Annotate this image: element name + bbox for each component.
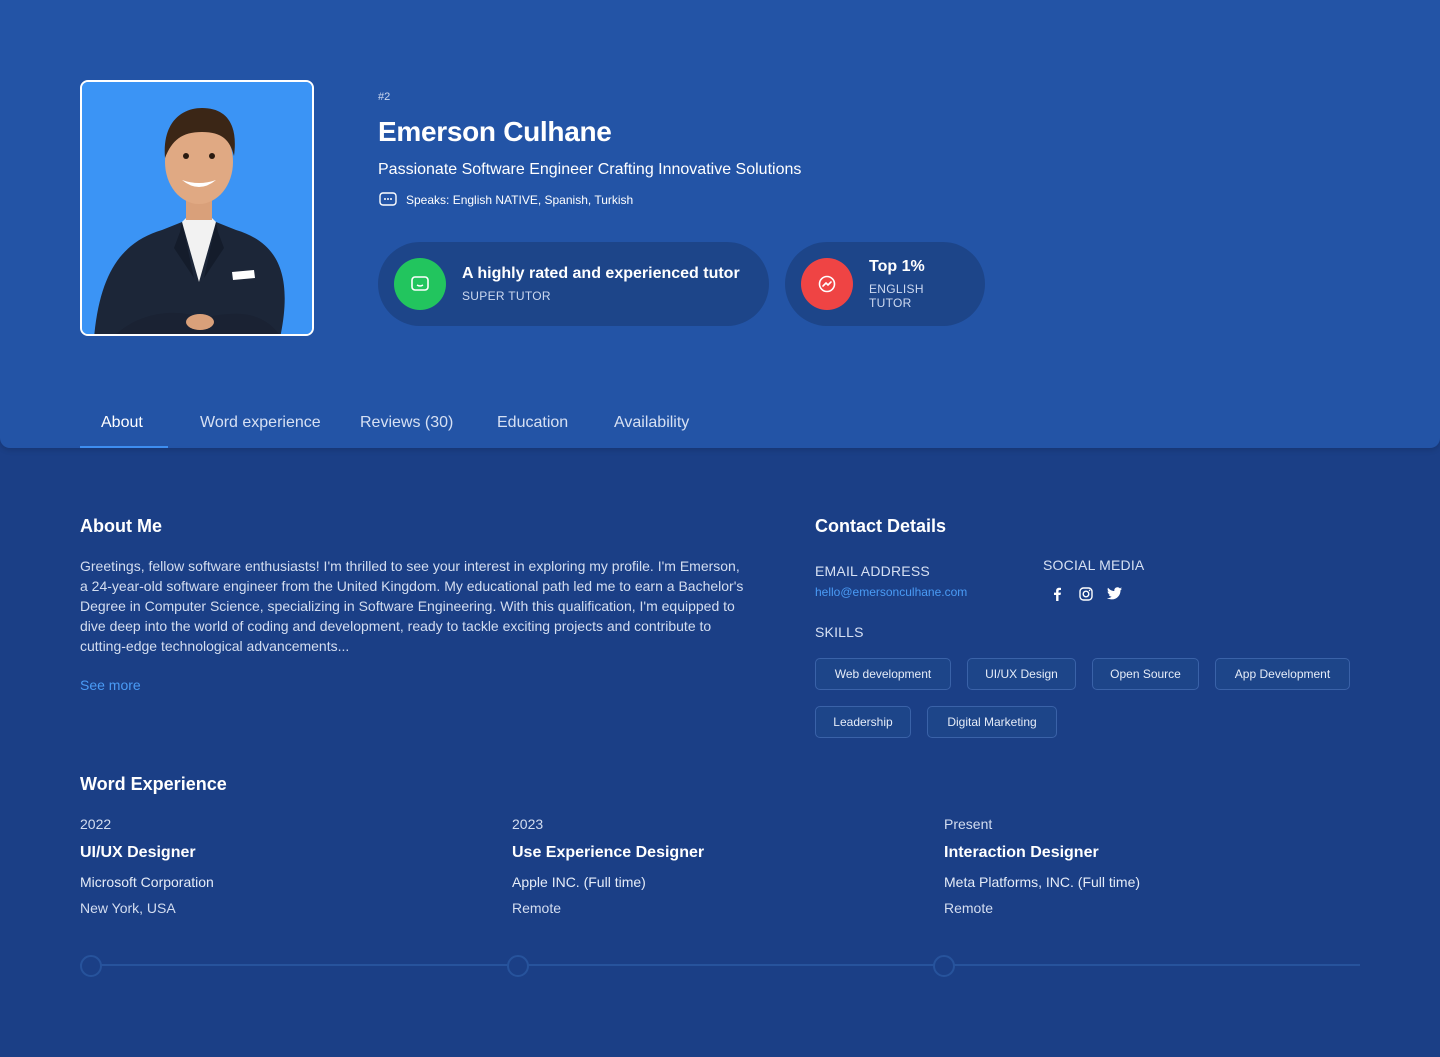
contact-title: Contact Details <box>815 516 947 536</box>
tab-about[interactable]: About <box>101 414 143 432</box>
languages-text: Speaks: English NATIVE, Spanish, Turkish <box>406 193 634 207</box>
experience-company: Microsoft Corporation <box>80 874 214 890</box>
chat-icon <box>394 258 446 310</box>
active-tab-indicator <box>80 446 168 448</box>
super-tutor-badge: A highly rated and experienced tutor SUP… <box>378 242 769 326</box>
experience-item: Present Interaction Designer Meta Platfo… <box>944 816 1344 916</box>
experience-year: 2023 <box>512 816 544 832</box>
badge-subtitle: ENGLISH TUTOR <box>869 282 924 310</box>
skill-chip[interactable]: UI/UX Design <box>967 658 1076 690</box>
person-avatar-illustration <box>82 82 312 334</box>
skill-chip[interactable]: Open Source <box>1092 658 1199 690</box>
profile-rank: #2 <box>378 91 391 103</box>
experience-location: Remote <box>944 900 994 916</box>
experience-location: New York, USA <box>80 900 176 916</box>
skill-chip[interactable]: Web development <box>815 658 951 690</box>
profile-photo <box>80 80 314 336</box>
skill-chip[interactable]: Leadership <box>815 706 911 738</box>
experience-company: Apple INC. (Full time) <box>512 874 646 890</box>
profile-headline: Passionate Software Engineer Crafting In… <box>378 161 802 178</box>
about-title: About Me <box>80 516 162 536</box>
skill-chip[interactable]: App Development <box>1215 658 1350 690</box>
twitter-icon[interactable] <box>1106 585 1123 602</box>
tab-work-experience[interactable]: Word experience <box>200 414 321 432</box>
skills-label: SKILLS <box>815 624 864 640</box>
experience-item: 2023 Use Experience Designer Apple INC. … <box>512 816 912 916</box>
tab-education[interactable]: Education <box>497 414 568 432</box>
about-text: Greetings, fellow software enthusiasts! … <box>80 558 744 654</box>
instagram-icon[interactable] <box>1077 585 1094 602</box>
timeline-dot <box>80 955 102 977</box>
facebook-icon[interactable] <box>1048 585 1065 602</box>
tab-reviews[interactable]: Reviews (30) <box>360 414 453 432</box>
timeline-dot <box>933 955 955 977</box>
experience-title: Word Experience <box>80 774 227 794</box>
experience-item: 2022 UI/UX Designer Microsoft Corporatio… <box>80 816 480 916</box>
experience-company: Meta Platforms, INC. (Full time) <box>944 874 1141 890</box>
email-label: EMAIL ADDRESS <box>815 563 930 579</box>
chat-bubble-icon <box>378 191 398 209</box>
email-link[interactable]: hello@emersonculhane.com <box>815 585 967 599</box>
languages-spoken: Speaks: English NATIVE, Spanish, Turkish <box>378 191 633 209</box>
experience-year: 2022 <box>80 816 112 832</box>
badge-subtitle: SUPER TUTOR <box>462 289 551 303</box>
profile-name: Emerson Culhane <box>378 116 612 147</box>
experience-role: UI/UX Designer <box>80 844 196 861</box>
tab-availability[interactable]: Availability <box>614 414 689 432</box>
social-media-label: SOCIAL MEDIA <box>1043 557 1145 573</box>
badge-title: A highly rated and experienced tutor <box>462 265 740 282</box>
profile-header: #2 Emerson Culhane Passionate Software E… <box>0 0 1440 448</box>
experience-location: Remote <box>512 900 562 916</box>
experience-role: Use Experience Designer <box>512 844 705 861</box>
see-more-link[interactable]: See more <box>80 677 141 693</box>
timeline-dot <box>507 955 529 977</box>
experience-role: Interaction Designer <box>944 844 1099 861</box>
social-links <box>1048 585 1123 602</box>
experience-year: Present <box>944 816 993 832</box>
top-percent-badge: Top 1% ENGLISH TUTOR <box>785 242 985 326</box>
trend-icon <box>801 258 853 310</box>
skill-chip[interactable]: Digital Marketing <box>927 706 1057 738</box>
badge-title: Top 1% <box>869 258 925 275</box>
timeline-line <box>80 964 1360 966</box>
